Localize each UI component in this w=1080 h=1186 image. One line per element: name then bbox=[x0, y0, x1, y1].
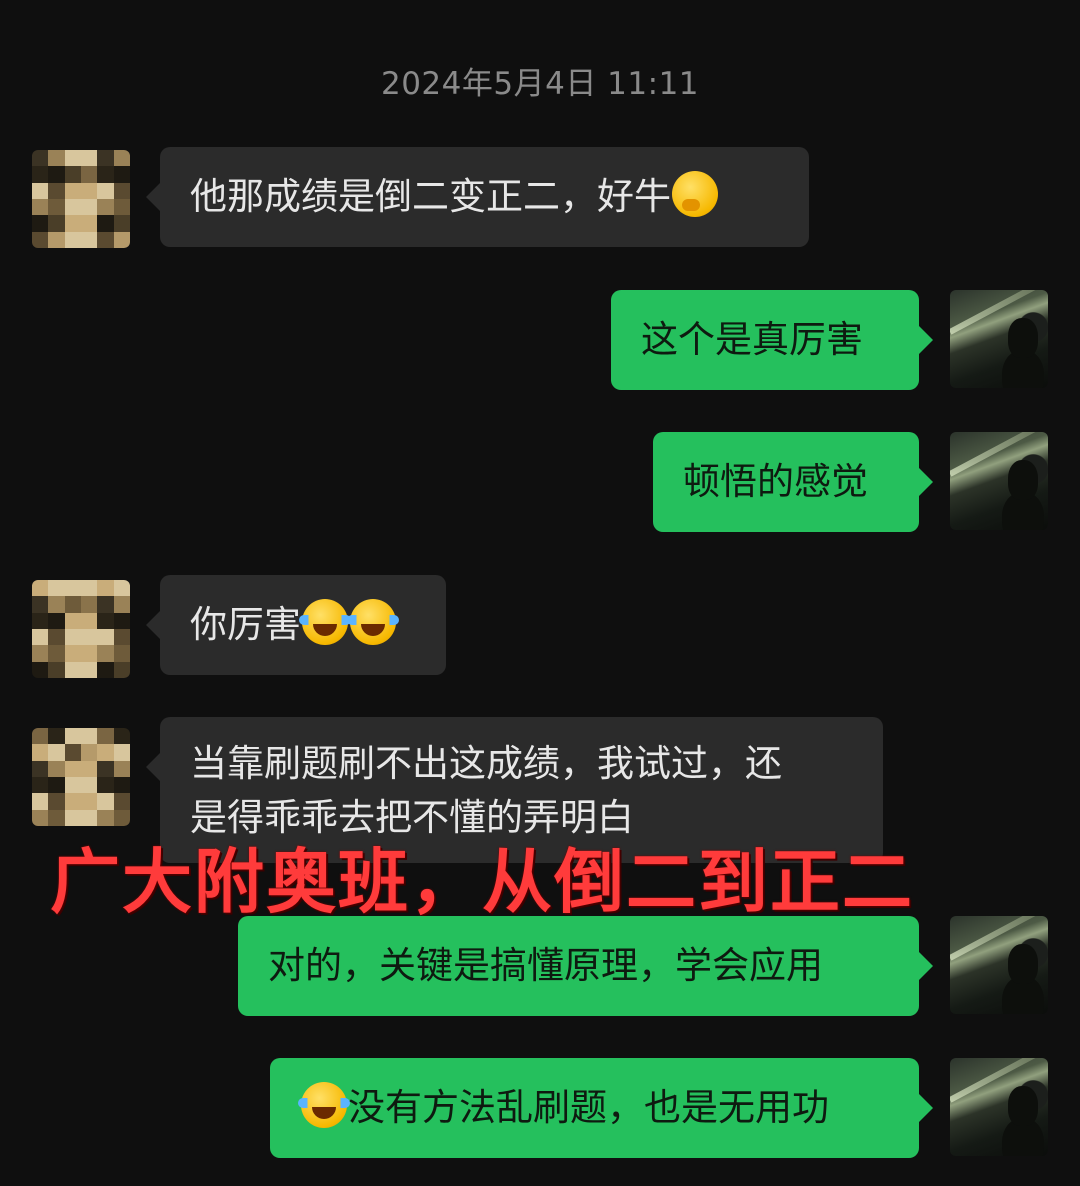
photo-avatar-image bbox=[950, 290, 1048, 388]
message-text: 没有方法乱刷题，也是无用功 bbox=[348, 1086, 829, 1129]
message-text: 他那成绩是倒二变正二，好牛 bbox=[190, 175, 671, 218]
photo-avatar-image bbox=[950, 1058, 1048, 1156]
outgoing-message-bubble[interactable]: 对的，关键是搞懂原理，学会应用 bbox=[238, 916, 933, 1016]
outgoing-message-bubble[interactable]: 顿悟的感觉 bbox=[653, 432, 933, 532]
tears-of-joy-emoji-icon bbox=[299, 599, 351, 645]
message-timestamp: 2024年5月4日 11:11 bbox=[380, 66, 700, 102]
message-text-line: 当靠刷题刷不出这成绩，我试过，还 bbox=[190, 742, 782, 785]
mosaic-avatar-image bbox=[32, 728, 130, 826]
contact-avatar[interactable] bbox=[32, 150, 130, 248]
contact-avatar[interactable] bbox=[32, 580, 130, 678]
tears-of-joy-emoji-icon bbox=[298, 1082, 350, 1128]
contact-avatar[interactable] bbox=[32, 728, 130, 826]
incoming-message-bubble[interactable]: 他那成绩是倒二变正二，好牛 bbox=[146, 147, 809, 247]
message-text: 对的，关键是搞懂原理，学会应用 bbox=[268, 944, 823, 987]
outgoing-message-bubble[interactable]: 这个是真厉害 bbox=[611, 290, 933, 390]
my-avatar[interactable] bbox=[950, 1058, 1048, 1156]
mosaic-avatar-image bbox=[32, 150, 130, 248]
message-text: 顿悟的感觉 bbox=[683, 460, 868, 503]
my-avatar[interactable] bbox=[950, 290, 1048, 388]
mosaic-avatar-image bbox=[32, 580, 130, 678]
outgoing-message-bubble[interactable]: 没有方法乱刷题，也是无用功 bbox=[270, 1058, 933, 1158]
incoming-message-bubble[interactable]: 你厉害 bbox=[146, 575, 446, 675]
thinking-face-emoji-icon bbox=[672, 171, 718, 217]
message-text: 你厉害 bbox=[190, 603, 301, 646]
overlay-caption: 广大附奥班，从倒二到正二 bbox=[50, 841, 914, 923]
my-avatar[interactable] bbox=[950, 916, 1048, 1014]
my-avatar[interactable] bbox=[950, 432, 1048, 530]
photo-avatar-image bbox=[950, 916, 1048, 1014]
photo-avatar-image bbox=[950, 432, 1048, 530]
chat-view: 2024年5月4日 11:11 他那成绩是倒二变正二，好牛 这个是真厉害 顿悟的… bbox=[0, 0, 1080, 1186]
message-text: 这个是真厉害 bbox=[641, 318, 863, 361]
tears-of-joy-emoji-icon bbox=[347, 599, 399, 645]
